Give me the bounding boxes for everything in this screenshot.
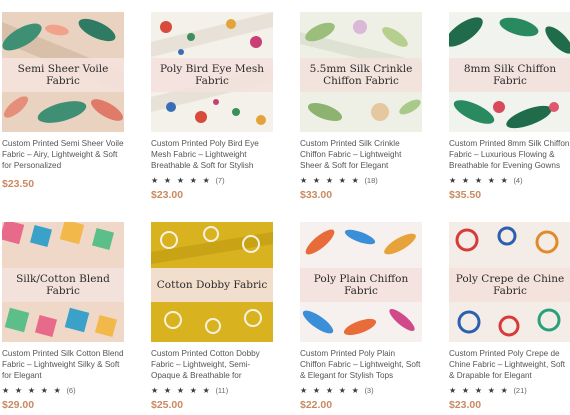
product-title-link[interactable]: Custom Printed Silk Cotton Blend Fabric … bbox=[2, 348, 124, 382]
product-price: $23.50 bbox=[2, 178, 35, 190]
review-count: (3) bbox=[364, 386, 374, 395]
product-banner: Poly Bird Eye Mesh Fabric bbox=[151, 58, 273, 92]
rating-stars: ★ ★ ★ ★ ★ bbox=[151, 176, 212, 185]
review-count: (7) bbox=[215, 176, 225, 185]
rating: ★ ★ ★ ★ ★ (18) bbox=[300, 175, 422, 186]
product-price: $25.00 bbox=[151, 399, 184, 411]
product-card[interactable]: Silk/Cotton Blend Fabric Custom Printed … bbox=[2, 222, 124, 411]
product-card[interactable]: 8mm Silk Chiffon Fabric Custom Printed 8… bbox=[449, 12, 570, 201]
product-banner: 5.5mm Silk Crinkle Chiffon Fabric bbox=[300, 58, 422, 92]
rating: ★ ★ ★ ★ ★ (11) bbox=[151, 385, 273, 396]
product-banner: Semi Sheer Voile Fabric bbox=[2, 58, 124, 92]
rating-stars: ★ ★ ★ ★ ★ bbox=[300, 176, 361, 185]
product-image[interactable]: Cotton Dobby Fabric bbox=[151, 222, 273, 342]
product-title-link[interactable]: Custom Printed Poly Plain Chiffon Fabric… bbox=[300, 348, 422, 382]
review-count: (11) bbox=[215, 386, 229, 395]
product-banner: 8mm Silk Chiffon Fabric bbox=[449, 58, 570, 92]
rating-stars: ★ ★ ★ ★ ★ bbox=[151, 386, 212, 395]
product-banner: Poly Plain Chiffon Fabric bbox=[300, 268, 422, 302]
rating-stars: ★ ★ ★ ★ ★ bbox=[449, 386, 510, 395]
review-count: (21) bbox=[513, 386, 527, 395]
product-title-link[interactable]: Custom Printed Semi Sheer Voile Fabric –… bbox=[2, 138, 124, 172]
review-count: (6) bbox=[66, 386, 76, 395]
product-grid: Semi Sheer Voile Fabric Custom Printed S… bbox=[0, 0, 570, 415]
product-title-link[interactable]: Custom Printed Poly Crepe de Chine Fabri… bbox=[449, 348, 570, 382]
rating: ★ ★ ★ ★ ★ (21) bbox=[449, 385, 570, 396]
rating-stars: ★ ★ ★ ★ ★ bbox=[2, 386, 63, 395]
product-image[interactable]: Poly Crepe de Chine Fabric bbox=[449, 222, 570, 342]
rating: ★ ★ ★ ★ ★ (3) bbox=[300, 385, 422, 396]
product-price: $33.00 bbox=[300, 189, 333, 201]
product-image[interactable]: Poly Plain Chiffon Fabric bbox=[300, 222, 422, 342]
product-title-link[interactable]: Custom Printed Cotton Dobby Fabric – Lig… bbox=[151, 348, 273, 382]
rating: ★ ★ ★ ★ ★ (7) bbox=[151, 175, 273, 186]
product-card[interactable]: Poly Plain Chiffon Fabric Custom Printed… bbox=[300, 222, 422, 411]
review-count: (18) bbox=[364, 176, 378, 185]
rating: ★ ★ ★ ★ ★ (6) bbox=[2, 385, 124, 396]
product-image[interactable]: Poly Bird Eye Mesh Fabric bbox=[151, 12, 273, 132]
review-count: (4) bbox=[513, 176, 523, 185]
product-title-link[interactable]: Custom Printed Poly Bird Eye Mesh Fabric… bbox=[151, 138, 273, 172]
rating-stars: ★ ★ ★ ★ ★ bbox=[449, 176, 510, 185]
product-card[interactable]: Cotton Dobby Fabric Custom Printed Cotto… bbox=[151, 222, 273, 411]
product-title-link[interactable]: Custom Printed Silk Crinkle Chiffon Fabr… bbox=[300, 138, 422, 172]
product-banner: Poly Crepe de Chine Fabric bbox=[449, 268, 570, 302]
product-image[interactable]: Silk/Cotton Blend Fabric bbox=[2, 222, 124, 342]
product-image[interactable]: 5.5mm Silk Crinkle Chiffon Fabric bbox=[300, 12, 422, 132]
product-card[interactable]: Poly Crepe de Chine Fabric Custom Printe… bbox=[449, 222, 570, 411]
product-card[interactable]: 5.5mm Silk Crinkle Chiffon Fabric Custom… bbox=[300, 12, 422, 201]
product-image[interactable]: Semi Sheer Voile Fabric bbox=[2, 12, 124, 132]
product-banner: Cotton Dobby Fabric bbox=[151, 268, 273, 302]
product-image[interactable]: 8mm Silk Chiffon Fabric bbox=[449, 12, 570, 132]
rating-stars: ★ ★ ★ ★ ★ bbox=[300, 386, 361, 395]
product-price: $35.50 bbox=[449, 189, 482, 201]
rating: ★ ★ ★ ★ ★ (4) bbox=[449, 175, 570, 186]
product-price: $23.00 bbox=[151, 189, 184, 201]
product-title-link[interactable]: Custom Printed 8mm Silk Chiffon Fabric –… bbox=[449, 138, 570, 172]
product-card[interactable]: Semi Sheer Voile Fabric Custom Printed S… bbox=[2, 12, 124, 190]
product-card[interactable]: Poly Bird Eye Mesh Fabric Custom Printed… bbox=[151, 12, 273, 201]
product-banner: Silk/Cotton Blend Fabric bbox=[2, 268, 124, 302]
product-price: $22.00 bbox=[300, 399, 333, 411]
product-price: $23.00 bbox=[449, 399, 482, 411]
product-price: $29.00 bbox=[2, 399, 35, 411]
